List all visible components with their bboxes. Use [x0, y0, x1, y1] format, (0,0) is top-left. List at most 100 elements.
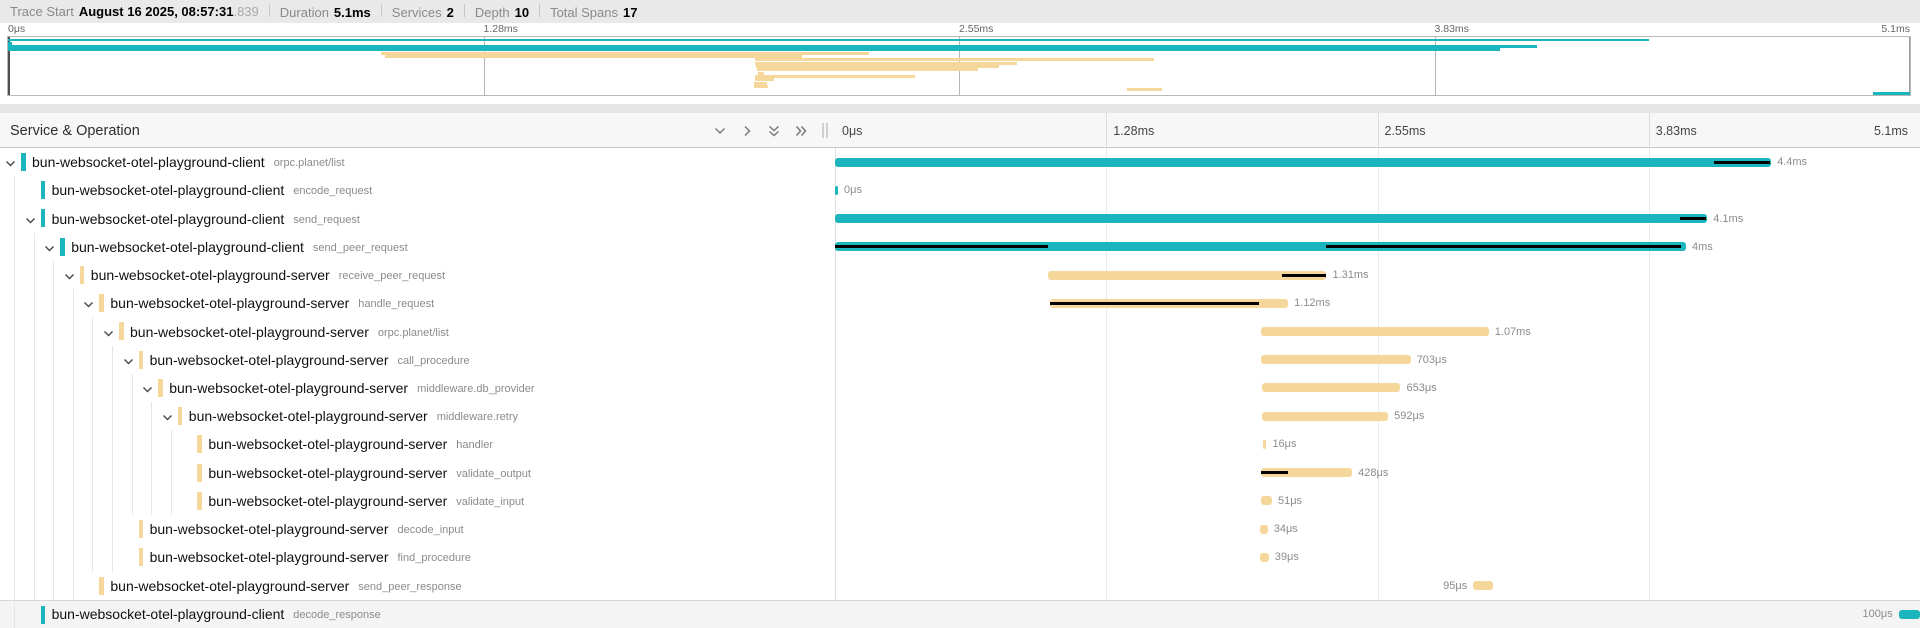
span-name-cell[interactable]: bun-websocket-otel-playground-serversend…: [110, 572, 461, 600]
span-color-bar: [139, 520, 144, 538]
span-row[interactable]: bun-websocket-otel-playground-serverorpc…: [0, 317, 1920, 345]
span-duration-label: 4.1ms: [1713, 204, 1743, 232]
minimap-span-bar: [385, 55, 803, 58]
span-row[interactable]: bun-websocket-otel-playground-serverrece…: [0, 261, 1920, 289]
chevron-down-icon[interactable]: [5, 156, 16, 174]
chevron-down-icon[interactable]: [44, 241, 55, 259]
chevron-down-icon[interactable]: [25, 213, 36, 231]
span-name-cell[interactable]: bun-websocket-otel-playground-serverrece…: [91, 261, 445, 289]
tree-guide-line: [112, 346, 113, 374]
span-duration-bar[interactable]: [835, 158, 1771, 167]
span-duration-bar[interactable]: [1262, 412, 1388, 421]
span-name-cell[interactable]: bun-websocket-otel-playground-clientorpc…: [32, 148, 345, 176]
trace-stat: Total Spans17: [550, 5, 637, 20]
tree-guide-line: [34, 374, 35, 402]
span-row[interactable]: bun-websocket-otel-playground-servercall…: [0, 346, 1920, 374]
chevron-down-icon[interactable]: [83, 297, 94, 315]
span-row[interactable]: bun-websocket-otel-playground-serverfind…: [0, 543, 1920, 571]
span-duration-bar[interactable]: [835, 186, 838, 195]
span-duration-bar[interactable]: [1473, 581, 1493, 590]
span-duration-bar[interactable]: [1261, 327, 1489, 336]
span-name-cell[interactable]: bun-websocket-otel-playground-clientenco…: [52, 176, 373, 204]
tree-guide-line: [53, 515, 54, 543]
span-row[interactable]: bun-websocket-otel-playground-serverhand…: [0, 430, 1920, 458]
span-duration-bar[interactable]: [1899, 610, 1920, 619]
tree-guide-line: [34, 430, 35, 458]
span-row[interactable]: bun-websocket-otel-playground-clientsend…: [0, 204, 1920, 232]
tree-guide-line: [53, 317, 54, 345]
span-name-cell[interactable]: bun-websocket-otel-playground-clientdeco…: [52, 601, 381, 628]
minimap-right-drag-handle-icon[interactable]: [1909, 37, 1910, 95]
chevron-down-icon[interactable]: [64, 269, 75, 287]
minimap-tick-label: 3.83ms: [1435, 23, 1469, 35]
span-row[interactable]: bun-websocket-otel-playground-servermidd…: [0, 374, 1920, 402]
span-name-cell[interactable]: bun-websocket-otel-playground-serverhand…: [208, 430, 493, 458]
span-service-name: bun-websocket-otel-playground-server: [130, 324, 369, 340]
span-name-cell[interactable]: bun-websocket-otel-playground-serverorpc…: [130, 317, 449, 345]
span-row[interactable]: bun-websocket-otel-playground-clientsend…: [0, 233, 1920, 261]
span-name-cell[interactable]: bun-websocket-otel-playground-serverfind…: [150, 543, 471, 571]
tree-guide-line: [34, 289, 35, 317]
tree-guide-line: [14, 487, 15, 515]
minimap-span-bar: [754, 85, 769, 88]
tree-guide-line: [14, 289, 15, 317]
span-color-bar: [99, 577, 104, 595]
chevron-down-icon[interactable]: [142, 382, 153, 400]
tree-guide-line: [34, 459, 35, 487]
span-row[interactable]: bun-websocket-otel-playground-serverdeco…: [0, 515, 1920, 543]
span-duration-bar[interactable]: [1260, 553, 1268, 562]
tree-guide-line: [112, 487, 113, 515]
expand-all-icon[interactable]: [793, 123, 808, 138]
span-row[interactable]: bun-websocket-otel-playground-serverhand…: [0, 289, 1920, 317]
expand-one-icon[interactable]: [739, 123, 754, 138]
tree-guide-line: [73, 430, 74, 458]
span-name-cell[interactable]: bun-websocket-otel-playground-clientsend…: [71, 233, 407, 261]
tree-guide-line: [171, 487, 172, 515]
collapse-one-icon[interactable]: [712, 123, 727, 138]
span-duration-bar[interactable]: [1260, 525, 1267, 534]
span-row[interactable]: bun-websocket-otel-playground-serversend…: [0, 572, 1920, 600]
tree-guide-line: [53, 487, 54, 515]
span-row[interactable]: bun-websocket-otel-playground-servervali…: [0, 459, 1920, 487]
collapse-all-icon[interactable]: [766, 123, 781, 138]
span-operation-name: send_peer_response: [358, 581, 461, 593]
span-row[interactable]: bun-websocket-otel-playground-clientenco…: [0, 176, 1920, 204]
span-service-name: bun-websocket-otel-playground-server: [208, 436, 447, 452]
span-name-cell[interactable]: bun-websocket-otel-playground-servercall…: [150, 346, 470, 374]
chevron-down-icon[interactable]: [103, 326, 114, 344]
span-name-cell[interactable]: bun-websocket-otel-playground-serverdeco…: [150, 515, 464, 543]
tree-guide-line: [151, 402, 152, 430]
span-name-cell[interactable]: bun-websocket-otel-playground-servervali…: [208, 459, 531, 487]
minimap-tick-label: 5.1ms: [1881, 23, 1910, 35]
span-duration-bar[interactable]: [1261, 355, 1411, 364]
span-name-cell[interactable]: bun-websocket-otel-playground-clientsend…: [52, 204, 360, 232]
critical-path-segment: [835, 245, 1048, 248]
timeline-tick-line: [1378, 113, 1379, 148]
span-name-cell[interactable]: bun-websocket-otel-playground-servermidd…: [189, 402, 518, 430]
span-name-cell[interactable]: bun-websocket-otel-playground-serverhand…: [110, 289, 434, 317]
tree-guide-line: [132, 459, 133, 487]
trace-stat-value: 10: [515, 5, 529, 20]
span-service-name: bun-websocket-otel-playground-server: [150, 521, 389, 537]
span-row[interactable]: bun-websocket-otel-playground-clientdeco…: [0, 600, 1920, 628]
span-duration-bar[interactable]: [835, 214, 1707, 223]
span-duration-bar[interactable]: [1261, 496, 1272, 505]
span-row[interactable]: bun-websocket-otel-playground-clientorpc…: [0, 148, 1920, 176]
span-name-cell[interactable]: bun-websocket-otel-playground-servermidd…: [169, 374, 534, 402]
tree-guide-line: [53, 543, 54, 571]
span-row[interactable]: bun-websocket-otel-playground-servermidd…: [0, 402, 1920, 430]
minimap-scrubber[interactable]: [7, 36, 1911, 96]
column-resizer-handle[interactable]: [822, 123, 830, 138]
tree-guide-line: [73, 289, 74, 317]
tree-guide-line: [73, 487, 74, 515]
tree-guide-line: [132, 374, 133, 402]
trace-start-fraction: .839: [233, 4, 258, 19]
span-name-cell[interactable]: bun-websocket-otel-playground-servervali…: [208, 487, 524, 515]
chevron-down-icon[interactable]: [162, 410, 173, 428]
span-duration-bar[interactable]: [1262, 383, 1401, 392]
span-duration-label: 4ms: [1692, 233, 1713, 261]
tree-guide-line: [73, 515, 74, 543]
span-row[interactable]: bun-websocket-otel-playground-servervali…: [0, 487, 1920, 515]
chevron-down-icon[interactable]: [123, 354, 134, 372]
span-duration-bar[interactable]: [1263, 440, 1266, 449]
